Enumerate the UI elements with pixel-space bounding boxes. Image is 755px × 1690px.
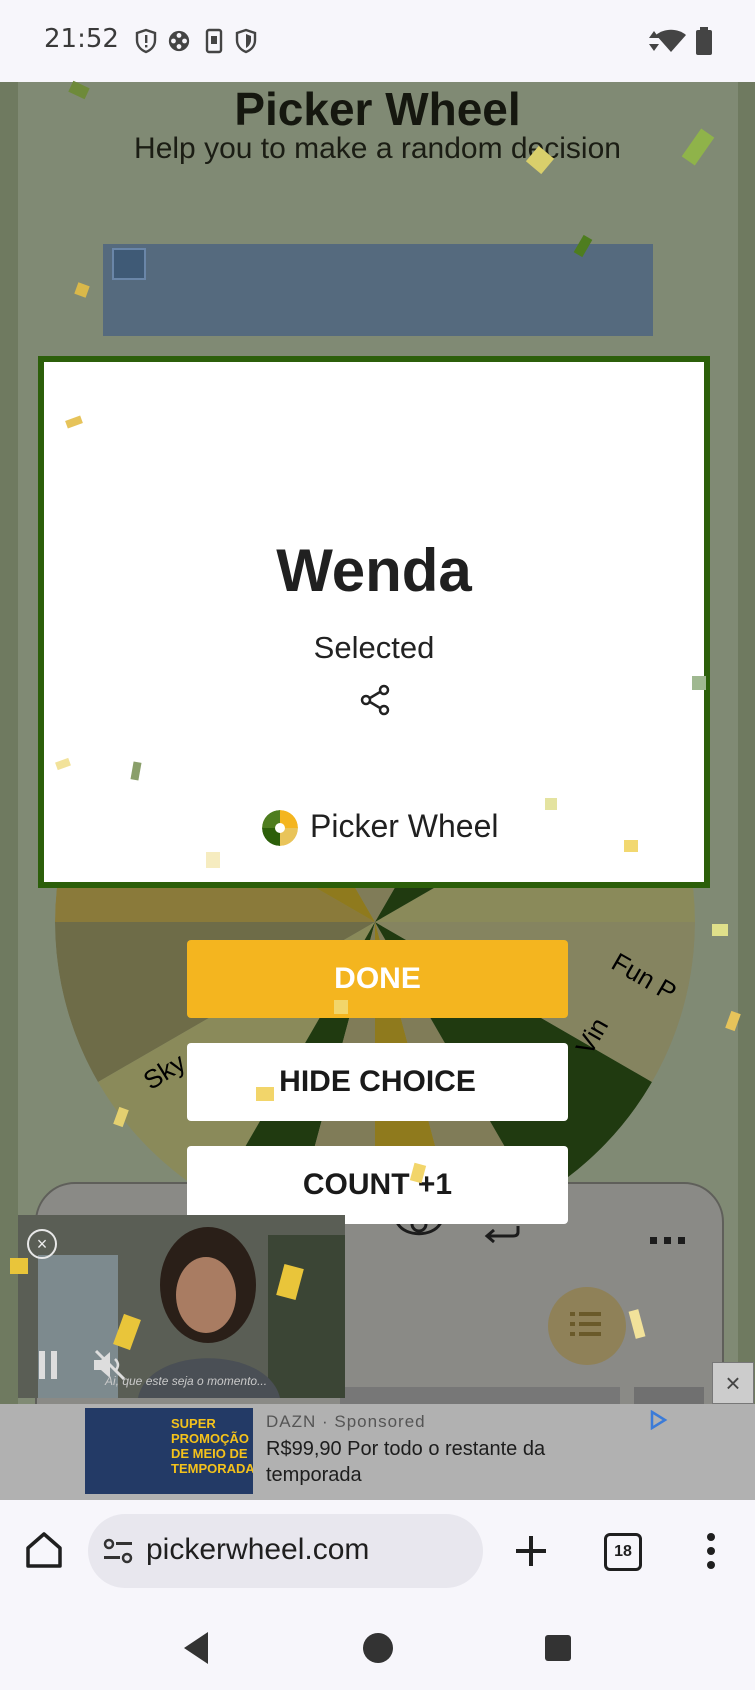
site-settings-icon[interactable] [102, 1536, 134, 1566]
battery-icon [696, 27, 712, 55]
count-button[interactable]: COUNT +1 [187, 1146, 568, 1224]
alert-shield-icon [135, 28, 157, 54]
brand-name: Picker Wheel [310, 808, 499, 844]
ad-image-text: SUPER PROMOÇÃO DE MEIO DE TEMPORADA [171, 1416, 253, 1476]
done-button[interactable]: DONE [187, 940, 568, 1018]
phone-icon [205, 28, 223, 54]
confetti [256, 1087, 274, 1101]
back-icon[interactable] [180, 1630, 212, 1666]
confetti [10, 1258, 28, 1274]
status-bar: 21:52 [0, 0, 755, 82]
list-icon [570, 1312, 601, 1336]
confetti [334, 1000, 348, 1014]
status-time: 21:52 [44, 24, 119, 54]
ad-advertiser: DAZN [266, 1412, 317, 1431]
confetti [624, 840, 638, 852]
ad-choices-icon[interactable] [112, 248, 146, 280]
url-text[interactable]: pickerwheel.com [146, 1533, 369, 1567]
video-caption: Ai, que este seja o momento... [105, 1374, 268, 1388]
ad-banner[interactable] [103, 244, 653, 336]
page-subtitle: Help you to make a random decision [134, 132, 621, 165]
gamepad-icon [168, 30, 190, 52]
confetti [712, 924, 728, 936]
ad-choices-icon[interactable] [648, 1410, 668, 1430]
new-tab-icon[interactable] [514, 1534, 548, 1568]
ad-image[interactable]: SUPER PROMOÇÃO DE MEIO DE TEMPORADA [85, 1408, 253, 1494]
ad-text[interactable]: R$99,90 Por todo o restante da temporada [266, 1436, 606, 1488]
home-nav-icon[interactable] [362, 1632, 394, 1664]
share-icon[interactable] [360, 684, 392, 716]
video-close-icon[interactable]: × [27, 1229, 57, 1259]
page-title: Picker Wheel [234, 83, 521, 135]
result-modal: Wenda Selected Picker Wheel [38, 356, 710, 888]
picker-wheel-logo-icon [262, 810, 298, 846]
brand: Picker Wheel [44, 806, 704, 846]
ad-sponsor: DAZN · Sponsored [266, 1412, 426, 1431]
browser-menu-icon[interactable] [704, 1532, 718, 1570]
shield-icon [235, 28, 257, 54]
video-frame [18, 1215, 345, 1398]
confetti [545, 798, 557, 810]
wifi-icon [656, 29, 686, 52]
recents-icon[interactable] [544, 1634, 572, 1662]
hide-choice-button[interactable]: HIDE CHOICE [187, 1043, 568, 1121]
result-name: Wenda [276, 537, 472, 604]
pause-icon[interactable] [36, 1349, 60, 1381]
result-status: Selected [313, 630, 435, 665]
video-ad[interactable] [18, 1215, 345, 1398]
ad-sponsored-label: Sponsored [334, 1412, 426, 1431]
tab-switcher-icon[interactable]: 18 [604, 1533, 642, 1571]
ad-close-icon[interactable]: × [712, 1362, 754, 1404]
home-icon[interactable] [24, 1530, 64, 1570]
confetti [206, 852, 220, 868]
more-icon[interactable] [648, 1234, 688, 1246]
confetti [692, 676, 706, 690]
